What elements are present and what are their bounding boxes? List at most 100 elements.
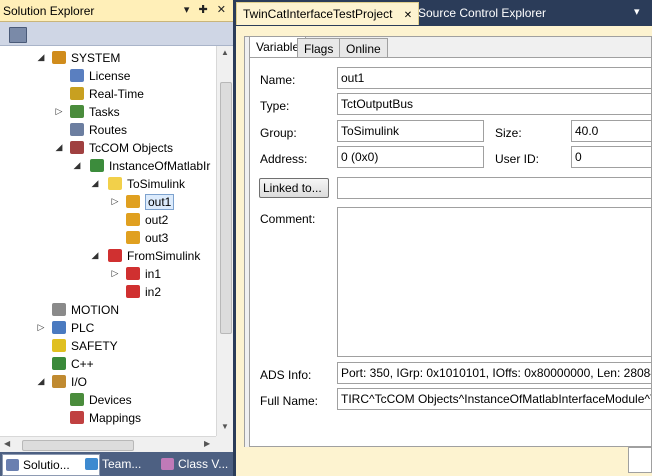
- tree-node[interactable]: TcCOM Objects: [70, 139, 173, 157]
- tree-node-label: License: [89, 69, 131, 83]
- linked-to-field[interactable]: [337, 177, 652, 199]
- solution-explorer-title: Solution Explorer: [3, 4, 95, 18]
- io-icon: [52, 375, 66, 388]
- tree-expander-icon[interactable]: ◢: [90, 250, 100, 261]
- tab-flags[interactable]: Flags: [297, 38, 341, 59]
- input-var-icon: [126, 285, 140, 298]
- tree-horizontal-scrollbar[interactable]: ◀ ▶: [0, 436, 216, 452]
- tree-node[interactable]: MOTION: [52, 301, 119, 319]
- tree-node-label: TcCOM Objects: [89, 141, 174, 155]
- tab-twincat-project[interactable]: TwinCatInterfaceTestProject ✕: [236, 2, 420, 25]
- tree-node[interactable]: Real-Time: [70, 85, 144, 103]
- team-icon: [85, 458, 98, 470]
- tree-node[interactable]: Devices: [70, 391, 132, 409]
- name-label: Name:: [260, 73, 296, 87]
- tab-source-control-explorer[interactable]: Source Control Explorer: [412, 2, 552, 24]
- tab-online[interactable]: Online: [339, 38, 388, 59]
- tree-node[interactable]: I/O: [52, 373, 87, 391]
- comment-label: Comment:: [260, 212, 316, 226]
- tree-node[interactable]: FromSimulink: [108, 247, 200, 265]
- tree-node-label: Mappings: [89, 411, 142, 425]
- tree-node[interactable]: out3: [126, 229, 168, 247]
- tree-node[interactable]: out2: [126, 211, 168, 229]
- tree-node[interactable]: Routes: [70, 121, 127, 139]
- group-field[interactable]: ToSimulink: [337, 120, 484, 142]
- tree-node[interactable]: Mappings: [70, 409, 141, 427]
- userid-field[interactable]: 0: [571, 146, 652, 168]
- properties-icon[interactable]: [9, 27, 27, 43]
- tree-expander-icon[interactable]: ▷: [54, 106, 64, 117]
- tree-node[interactable]: in1: [126, 265, 161, 283]
- tree-node[interactable]: ToSimulink: [108, 175, 185, 193]
- tree-node-label: I/O: [71, 375, 88, 389]
- solution-explorer-titlebar: Solution Explorer ▾ ✚ ✕: [0, 0, 233, 22]
- cpp-icon: [52, 357, 66, 370]
- tree-expander-icon[interactable]: ◢: [72, 160, 82, 171]
- tree-node[interactable]: out1: [126, 193, 175, 211]
- tree-node-label: out1: [145, 194, 175, 210]
- full-name-label: Full Name:: [260, 394, 319, 408]
- horizontal-scroll-thumb[interactable]: [22, 440, 134, 451]
- size-field[interactable]: 40.0: [571, 120, 652, 142]
- class-view-icon: [161, 458, 174, 470]
- tree-expander-icon[interactable]: ▷: [110, 268, 120, 279]
- tree-node-label: ToSimulink: [127, 177, 186, 191]
- close-icon[interactable]: ✕: [404, 10, 412, 21]
- full-name-field[interactable]: TIRC^TcCOM Objects^InstanceOfMatlabInter…: [337, 388, 652, 410]
- tree-vertical-scrollbar[interactable]: ▲ ▼: [216, 46, 233, 436]
- name-field[interactable]: out1: [337, 67, 652, 89]
- motion-icon: [52, 303, 66, 316]
- explorer-bottom-tabs: Solutio... Team... Class V...: [0, 452, 233, 476]
- scroll-corner: [216, 436, 233, 452]
- linked-to-button[interactable]: Linked to...: [259, 178, 329, 198]
- tree-node[interactable]: SAFETY: [52, 337, 118, 355]
- document-dropdown-icon[interactable]: ▾: [634, 5, 640, 18]
- tree-expander-icon[interactable]: ◢: [90, 178, 100, 189]
- solution-tree: ◢ SYSTEM License Real-Time ▷ Tasks Routes ◢ TcCO…: [0, 46, 233, 452]
- document-bottom-edge: [236, 447, 652, 476]
- address-field[interactable]: 0 (0x0): [337, 146, 484, 168]
- tree-node-label: MOTION: [71, 303, 119, 317]
- tree-expander-icon[interactable]: ▷: [36, 322, 46, 333]
- tree-node[interactable]: SYSTEM: [52, 49, 120, 67]
- solution-explorer-toolbar: [0, 22, 233, 46]
- comment-field[interactable]: [337, 207, 652, 357]
- tree-node-label: Real-Time: [89, 87, 144, 101]
- tree-node[interactable]: License: [70, 67, 130, 85]
- tree-node[interactable]: InstanceOfMatlabIr: [90, 157, 210, 175]
- tree-node[interactable]: C++: [52, 355, 94, 373]
- tree-node-label: SAFETY: [71, 339, 118, 353]
- group-label: Group:: [260, 126, 297, 140]
- userid-label: User ID:: [495, 152, 540, 166]
- mappings-icon: [70, 411, 84, 424]
- tree-node-label: Devices: [89, 393, 132, 407]
- tree-node-label: out3: [145, 231, 169, 245]
- instance-icon: [90, 159, 104, 172]
- tasks-icon: [70, 105, 84, 118]
- tree-node-label: FromSimulink: [127, 249, 201, 263]
- output-var-icon: [126, 231, 140, 244]
- safety-icon: [52, 339, 66, 352]
- tree-node[interactable]: Tasks: [70, 103, 120, 121]
- tree-node[interactable]: in2: [126, 283, 161, 301]
- tree-node[interactable]: PLC: [52, 319, 94, 337]
- type-label: Type:: [260, 99, 290, 113]
- titlebar-buttons[interactable]: ▾ ✚ ✕: [184, 3, 229, 16]
- tree-node-label: Tasks: [89, 105, 120, 119]
- tree-node-label: out2: [145, 213, 169, 227]
- type-field[interactable]: TctOutputBus: [337, 93, 652, 115]
- output-var-icon: [126, 213, 140, 226]
- plc-icon: [52, 321, 66, 334]
- solution-icon: [6, 459, 19, 471]
- tree-node-label: Routes: [89, 123, 128, 137]
- tree-node-label: in1: [145, 267, 162, 281]
- vertical-scroll-thumb[interactable]: [220, 82, 232, 334]
- tree-expander-icon[interactable]: ◢: [54, 142, 64, 153]
- tree-node-label: PLC: [71, 321, 95, 335]
- tree-expander-icon[interactable]: ◢: [36, 376, 46, 387]
- input-var-icon: [126, 267, 140, 280]
- tree-expander-icon[interactable]: ▷: [110, 196, 120, 207]
- ads-info-field[interactable]: Port: 350, IGrp: 0x1010101, IOffs: 0x800…: [337, 362, 652, 384]
- tccom-icon: [70, 141, 84, 154]
- tree-expander-icon[interactable]: ◢: [36, 52, 46, 63]
